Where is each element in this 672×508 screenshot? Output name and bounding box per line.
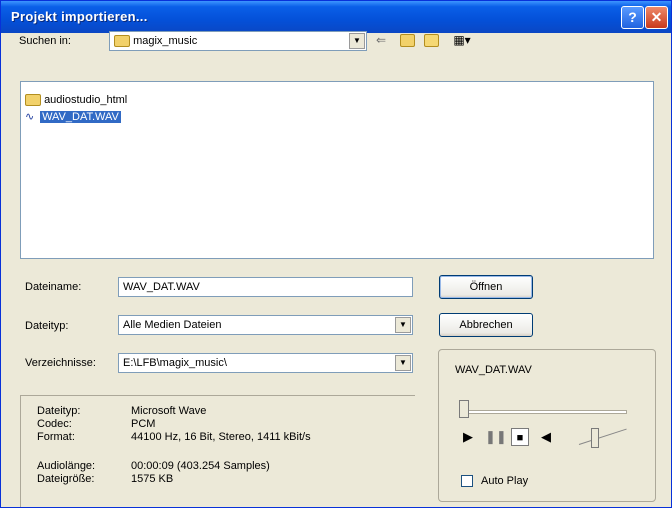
up-folder-icon[interactable] [398, 31, 416, 49]
list-item[interactable]: ∿ WAV_DAT.WAV [25, 109, 121, 125]
directories-value: E:\LFB\magix_music\ [123, 357, 227, 369]
autoplay-checkbox[interactable] [461, 475, 473, 487]
look-in-dropdown[interactable]: magix_music ▼ [109, 31, 367, 51]
pause-icon[interactable]: ❚❚ [485, 428, 507, 446]
folder-icon [25, 94, 41, 107]
play-icon[interactable]: ▶ [459, 428, 477, 446]
position-slider-thumb[interactable] [459, 400, 469, 418]
filetype-value: Alle Medien Dateien [123, 319, 222, 331]
stop-icon[interactable]: ■ [511, 428, 529, 446]
autoplay-label: Auto Play [481, 475, 529, 487]
back-arrow-icon[interactable]: ⇐ [372, 31, 390, 49]
look-in-label: Suchen in: [19, 35, 71, 47]
info-length-label: Audiolänge: [37, 460, 96, 472]
list-item[interactable]: audiostudio_html [25, 92, 127, 108]
wave-file-icon: ∿ [25, 111, 35, 124]
title-bar[interactable]: Projekt importieren... ? ✕ [1, 1, 671, 33]
view-menu-icon[interactable]: ▦▾ [449, 31, 475, 49]
cancel-button[interactable]: Abbrechen [439, 313, 533, 337]
info-codec-value: PCM [131, 418, 156, 430]
open-button[interactable]: Öffnen [439, 275, 533, 299]
import-project-dialog: Projekt importieren... ? ✕ Suchen in: ma… [0, 0, 672, 508]
filename-label: Dateiname: [25, 281, 82, 293]
info-size-label: Dateigröße: [37, 473, 95, 485]
filetype-label: Dateityp: [25, 320, 69, 332]
preview-filename: WAV_DAT.WAV [455, 364, 532, 376]
directories-label: Verzeichnisse: [25, 357, 96, 369]
chevron-down-icon[interactable]: ▼ [395, 355, 411, 371]
window-title: Projekt importieren... [11, 9, 148, 24]
file-list[interactable]: audiostudio_html ∿ WAV_DAT.WAV [20, 81, 654, 259]
filename-value: WAV_DAT.WAV [123, 281, 200, 293]
info-format-label: Format: [37, 431, 75, 443]
look-in-value: magix_music [133, 35, 198, 47]
position-slider-track[interactable] [461, 410, 627, 414]
preview-panel: WAV_DAT.WAV ▶ ❚❚ ■ ◀ Auto Play [438, 349, 656, 502]
file-info-panel: Dateityp: Microsoft Wave Codec: PCM Form… [20, 395, 415, 507]
directories-dropdown[interactable]: E:\LFB\magix_music\ ▼ [118, 353, 413, 373]
help-button[interactable]: ? [621, 6, 644, 29]
speaker-icon[interactable]: ◀ [537, 428, 555, 446]
info-length-value: 00:00:09 (403.254 Samples) [131, 460, 270, 472]
new-folder-icon[interactable] [422, 31, 440, 49]
volume-track [578, 428, 627, 445]
filetype-dropdown[interactable]: Alle Medien Dateien ▼ [118, 315, 413, 335]
chevron-down-icon[interactable]: ▼ [395, 317, 411, 333]
filename-field[interactable]: WAV_DAT.WAV [118, 277, 413, 297]
info-format-value: 44100 Hz, 16 Bit, Stereo, 1411 kBit/s [131, 431, 311, 443]
info-type-value: Microsoft Wave [131, 405, 207, 417]
info-type-label: Dateityp: [37, 405, 81, 417]
file-name: audiostudio_html [44, 94, 128, 106]
file-name: WAV_DAT.WAV [40, 111, 121, 123]
close-button[interactable]: ✕ [645, 6, 668, 29]
info-size-value: 1575 KB [131, 473, 174, 485]
chevron-down-icon[interactable]: ▼ [349, 33, 365, 49]
volume-slider-thumb[interactable] [591, 428, 599, 448]
info-codec-label: Codec: [37, 418, 72, 430]
folder-icon [114, 35, 130, 48]
